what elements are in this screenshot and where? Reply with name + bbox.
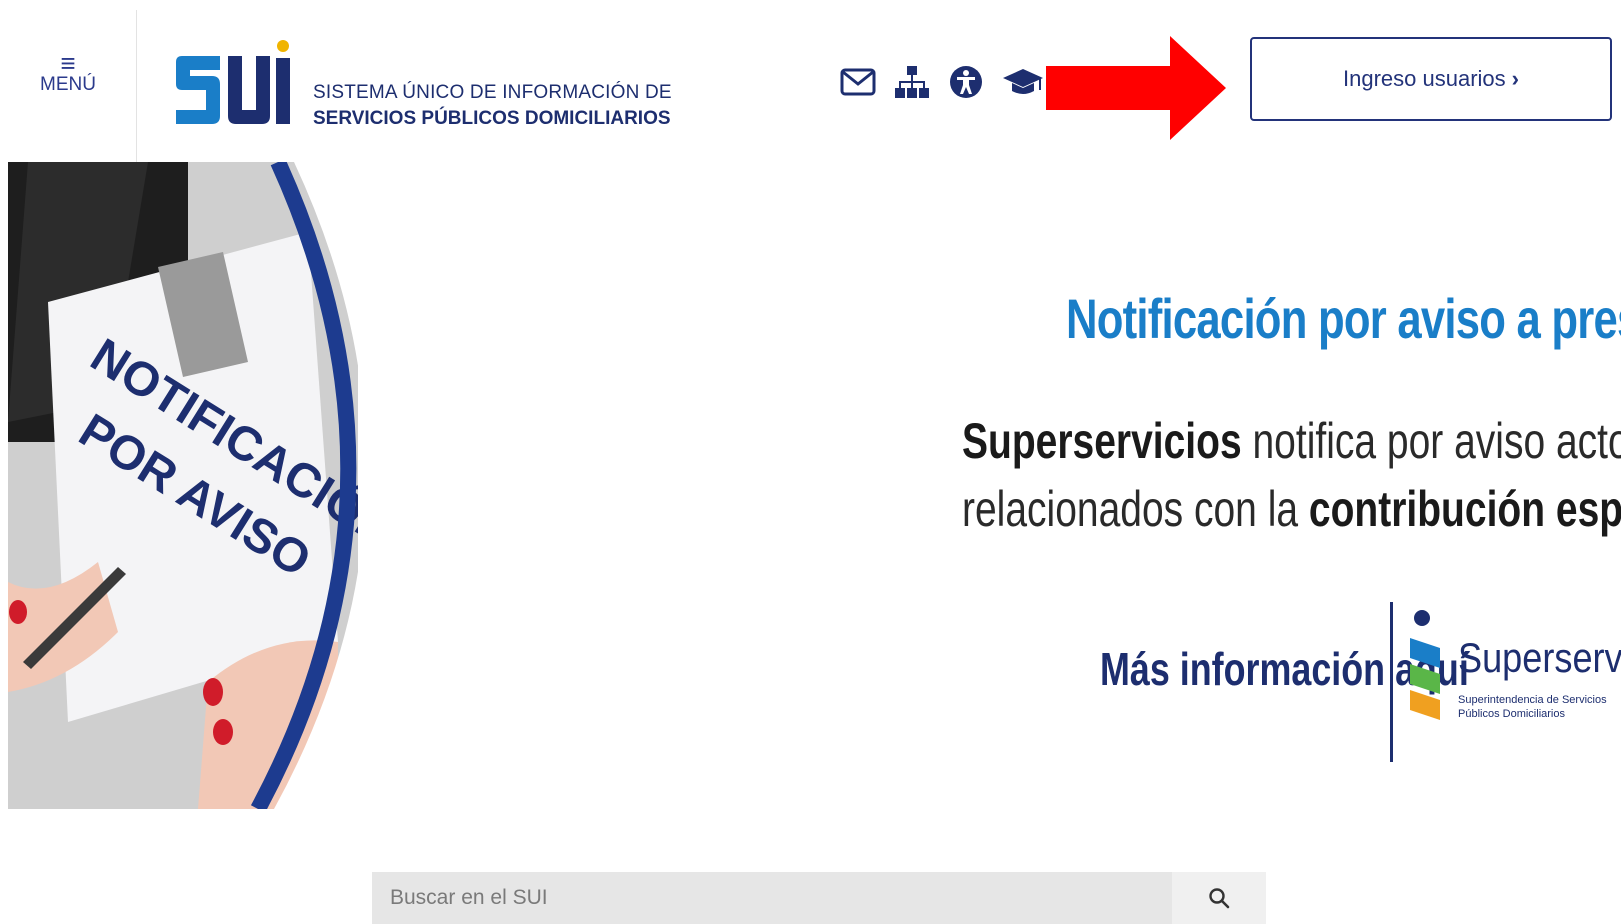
brand-name: Superservicios bbox=[1458, 634, 1621, 681]
login-button[interactable]: Ingreso usuarios › bbox=[1250, 37, 1612, 121]
banner-line-1-bold: Superservicios bbox=[962, 413, 1242, 469]
sui-logo[interactable] bbox=[172, 38, 300, 138]
notification-photo: NOTIFICACIÓN POR AVISO bbox=[8, 162, 358, 809]
brand-subtitle-1: Superintendencia de Servicios bbox=[1458, 694, 1607, 706]
chevron-right-icon: › bbox=[1511, 66, 1519, 91]
banner-title: Notificación por aviso a prestad bbox=[1066, 287, 1621, 350]
mail-icon[interactable] bbox=[840, 67, 876, 97]
brand-subtitle-2: Públicos Domiciliarios bbox=[1458, 708, 1565, 720]
toolbar-icons bbox=[840, 62, 1044, 102]
hero-banner[interactable]: NOTIFICACIÓN POR AVISO Notificación por … bbox=[0, 162, 1621, 809]
banner-line-1: Superservicios notifica por aviso actos … bbox=[962, 412, 1621, 470]
search-icon bbox=[1209, 888, 1230, 909]
banner-line-2: relacionados con la contribución especia… bbox=[962, 480, 1621, 538]
logo-line-2: SERVICIOS PÚBLICOS DOMICILIARIOS bbox=[313, 108, 671, 129]
banner-line-1-rest: notifica por aviso actos adm bbox=[1252, 413, 1621, 469]
graduation-cap-icon[interactable] bbox=[1002, 65, 1044, 99]
header-divider bbox=[136, 10, 137, 162]
logo-line-1: SISTEMA ÚNICO DE INFORMACIÓN DE bbox=[313, 82, 672, 103]
brand-divider bbox=[1390, 602, 1393, 762]
login-button-label: Ingreso usuarios bbox=[1343, 66, 1506, 91]
banner-line-2-rest: relacionados con la bbox=[962, 481, 1309, 537]
menu-button[interactable]: ≡ MENÚ bbox=[28, 48, 108, 96]
sitemap-icon[interactable] bbox=[894, 65, 930, 99]
search-input[interactable] bbox=[372, 872, 1172, 924]
menu-label: MENÚ bbox=[40, 74, 96, 95]
search-button[interactable] bbox=[1172, 872, 1266, 924]
search-bar bbox=[372, 872, 1266, 924]
red-arrow-annotation bbox=[1046, 36, 1226, 140]
accessibility-icon[interactable] bbox=[948, 64, 984, 100]
hamburger-icon: ≡ bbox=[60, 48, 76, 78]
banner-line-2-bold: contribución especial 20 bbox=[1308, 481, 1621, 537]
logo-text: SISTEMA ÚNICO DE INFORMACIÓN DE SERVICIO… bbox=[313, 80, 672, 132]
